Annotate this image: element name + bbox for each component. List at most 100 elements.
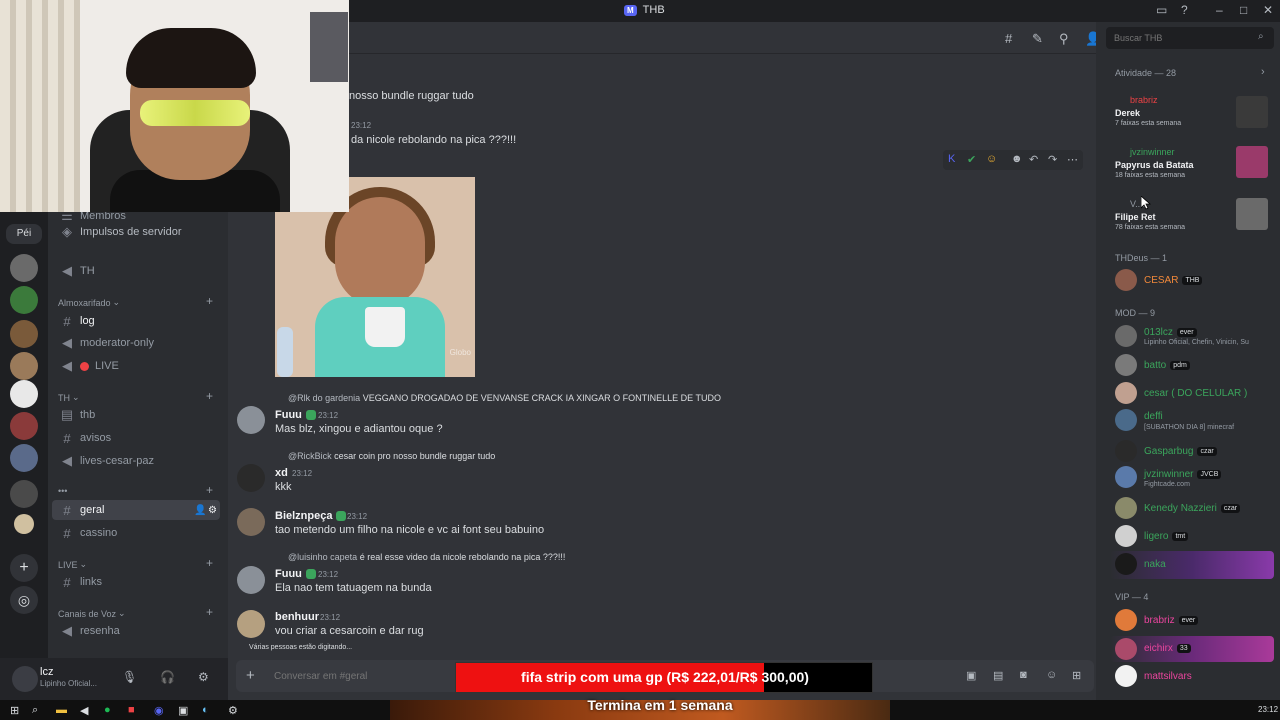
search-box[interactable]: ⌕ [1106, 27, 1274, 49]
taskbar-search-icon[interactable]: ⌕ [32, 704, 38, 717]
avatar[interactable] [237, 566, 265, 594]
server-icon[interactable] [10, 254, 38, 282]
headphones-icon[interactable]: 🎧 [160, 670, 175, 684]
maximize-icon[interactable]: □ [1240, 3, 1247, 17]
gift-icon[interactable]: ▣ [966, 669, 976, 682]
reply-preview[interactable]: @Rlk do gardenia VEGGANO DROGADAO DE VEN… [288, 393, 721, 403]
message-author[interactable]: Bielznpeça [275, 510, 347, 522]
member-name[interactable]: Gasparbug czar [1144, 446, 1217, 457]
member-avatar[interactable] [1115, 325, 1137, 347]
help-icon[interactable]: ? [1181, 3, 1188, 17]
message-author[interactable]: Fuuu [275, 409, 316, 421]
server-icon[interactable] [10, 352, 38, 380]
channel-thb[interactable]: ▤ thb [52, 405, 220, 425]
member-avatar[interactable] [1115, 665, 1137, 687]
avatar[interactable] [237, 610, 265, 638]
member-avatar[interactable] [1115, 466, 1137, 488]
server-icon[interactable] [10, 380, 38, 408]
reply-icon[interactable]: ↶ [1029, 153, 1038, 166]
member-name[interactable]: 013lcz ever [1144, 327, 1197, 338]
add-channel-icon[interactable]: + [206, 483, 213, 497]
add-channel-icon[interactable]: + [206, 389, 213, 403]
member-avatar[interactable] [1115, 269, 1137, 291]
attach-plus-icon[interactable]: + [246, 667, 255, 684]
forward-icon[interactable]: ↷ [1048, 153, 1057, 166]
microphone-icon[interactable]: 🎙 [122, 670, 137, 684]
member-avatar[interactable] [1115, 553, 1137, 575]
member-avatar[interactable] [1115, 525, 1137, 547]
close-icon[interactable]: ✕ [1263, 3, 1273, 17]
member-name[interactable]: eichirx 33 [1144, 643, 1191, 654]
mute-bell-icon[interactable]: ✎ [1032, 31, 1043, 47]
user-name[interactable]: lcz [40, 666, 53, 678]
chevron-right-icon[interactable]: › [1261, 66, 1265, 78]
taskbar-app-icon[interactable]: ◀ [80, 704, 88, 717]
user-avatar[interactable] [12, 666, 38, 692]
category-th[interactable]: TH ⌄ [58, 392, 80, 403]
message-author[interactable]: benhuur [275, 611, 319, 623]
add-channel-icon[interactable]: + [206, 556, 213, 570]
member-avatar[interactable] [1115, 440, 1137, 462]
taskbar-app-icon[interactable]: ■ [128, 704, 135, 716]
server-icon[interactable] [10, 444, 38, 472]
home-server-label[interactable]: Péi [6, 224, 42, 244]
sticker-icon[interactable]: ◙ [1020, 669, 1027, 681]
channel-moderator-only[interactable]: ◀ moderator-only [52, 333, 220, 353]
add-channel-icon[interactable]: + [206, 605, 213, 619]
server-boost-item[interactable]: ◈ Impulsos de servidor [52, 222, 220, 242]
channel-resenha[interactable]: ◀ resenha [52, 621, 220, 641]
avatar[interactable] [237, 464, 265, 492]
category-emoji[interactable]: ••• [58, 486, 67, 496]
search-icon[interactable]: ⌕ [1258, 31, 1264, 42]
discover-icon[interactable]: ◎ [10, 586, 38, 614]
add-channel-icon[interactable]: + [206, 294, 213, 308]
invite-icon[interactable]: 👤 [194, 505, 206, 516]
pin-icon[interactable]: ⚲ [1059, 31, 1069, 47]
settings-gear-icon[interactable]: ⚙ [208, 505, 217, 516]
server-icon[interactable] [10, 480, 38, 508]
channel-avisos[interactable]: # avisos [52, 428, 220, 448]
member-avatar[interactable] [1115, 382, 1137, 404]
user-settings-icon[interactable]: ⚙ [198, 670, 209, 684]
windows-start-icon[interactable]: ⊞ [10, 704, 19, 717]
minimize-icon[interactable]: – [1216, 3, 1223, 17]
member-avatar[interactable] [1115, 638, 1137, 660]
category-live[interactable]: LIVE ⌄ [58, 559, 87, 570]
channel-log[interactable]: # log [52, 311, 220, 331]
reaction-k-icon[interactable]: K [948, 153, 955, 165]
settings-icon[interactable]: ⚙ [228, 704, 238, 717]
message-input[interactable] [274, 665, 474, 687]
threads-icon[interactable]: # [1005, 31, 1012, 46]
member-name[interactable]: mattsilvars [1144, 671, 1192, 682]
category-voice[interactable]: Canais de Voz ⌄ [58, 608, 126, 619]
more-icon[interactable]: ⋯ [1067, 153, 1078, 166]
emoji-icon[interactable]: ☺ [1046, 669, 1057, 681]
channel-live[interactable]: ◀ LIVE [52, 356, 220, 376]
reaction-check-icon[interactable]: ✔ [967, 153, 976, 166]
server-icon[interactable] [10, 320, 38, 348]
server-icon[interactable] [10, 286, 38, 314]
member-avatar[interactable] [1115, 354, 1137, 376]
channel-links[interactable]: # links [52, 572, 220, 592]
server-icon[interactable] [14, 514, 34, 534]
member-name[interactable]: brabriz ever [1144, 615, 1199, 626]
spotify-icon[interactable]: ● [104, 704, 111, 716]
message-author[interactable]: Fuuu [275, 568, 316, 580]
message-author[interactable]: xd [275, 467, 288, 479]
reply-preview[interactable]: @luisinho capeta é real esse video da ni… [288, 552, 565, 562]
member-name[interactable]: cesar ( DO CELULAR ) [1144, 388, 1247, 399]
member-avatar[interactable] [1115, 409, 1137, 431]
reply-preview[interactable]: @RickBick cesar coin pro nosso bundle ru… [288, 451, 495, 461]
steam-icon[interactable]: ◐ [202, 704, 209, 716]
member-avatar[interactable] [1115, 609, 1137, 631]
member-name[interactable]: batto pdm [1144, 360, 1190, 371]
member-name[interactable]: jvzinwinner JVCB [1144, 469, 1222, 480]
avatar[interactable] [237, 508, 265, 536]
inbox-icon[interactable]: ▭ [1156, 3, 1167, 17]
channel-lives-cesar-paz[interactable]: ◀ lives-cesar-paz [52, 451, 220, 471]
discord-icon[interactable]: ◉ [154, 704, 164, 717]
reaction-emoji-icon[interactable]: ☺ [986, 153, 997, 165]
channel-cassino[interactable]: # cassino [52, 523, 220, 543]
taskbar-clock[interactable]: 23:12 [1258, 705, 1278, 714]
add-server-icon[interactable]: + [10, 554, 38, 582]
